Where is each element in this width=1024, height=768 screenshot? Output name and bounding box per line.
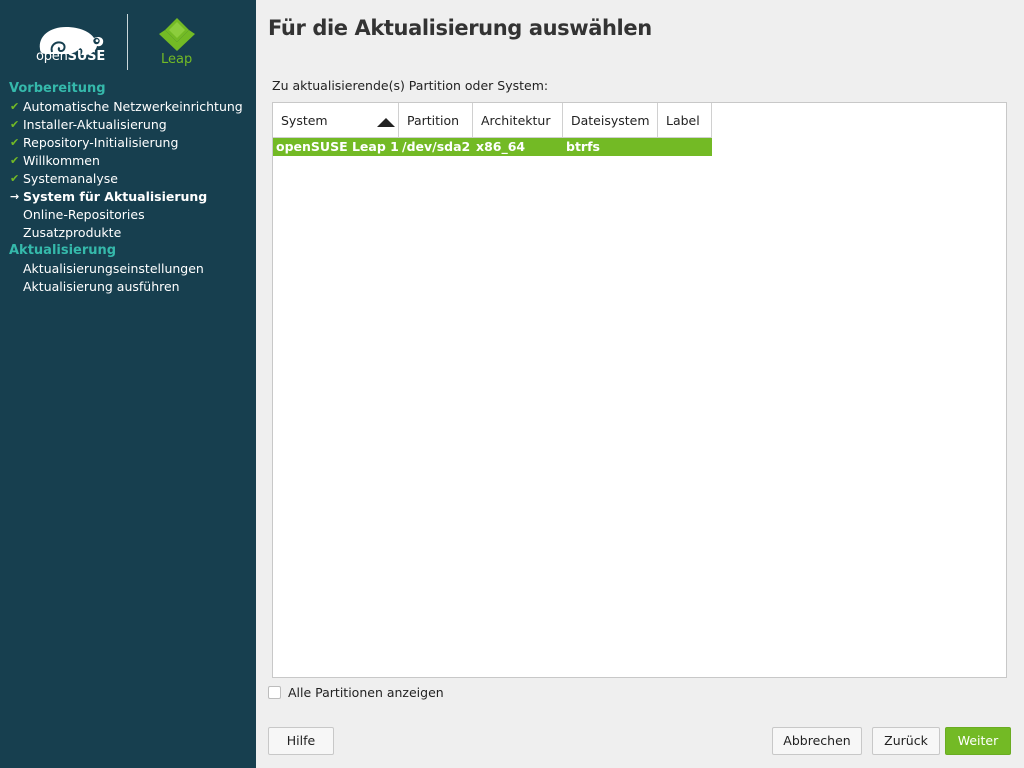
leap-logo-icon	[159, 18, 195, 51]
main-content: Für die Aktualisierung auswählen Zu aktu…	[256, 0, 1024, 768]
column-header-label: System	[281, 113, 328, 128]
leap-wordmark: Leap	[161, 52, 193, 67]
abort-button[interactable]: Abbrechen	[772, 727, 862, 755]
column-header-label: Dateisystem	[571, 113, 650, 128]
os-name: SUSE	[67, 49, 106, 64]
step-item-current: → System für Aktualisierung	[0, 188, 256, 206]
step-label: Repository-Initialisierung	[23, 135, 179, 150]
table-header: System Partition Architektur Dateisystem…	[273, 103, 712, 138]
opensuse-wordmark: openSUSE	[36, 49, 105, 64]
back-button[interactable]: Zurück	[872, 727, 940, 755]
show-all-partitions-checkbox[interactable]	[268, 685, 281, 699]
table-label: Zu aktualisierende(s) Partition oder Sys…	[272, 78, 549, 93]
logo-divider	[127, 14, 128, 70]
help-button[interactable]: Hilfe	[268, 727, 334, 755]
column-header-system[interactable]: System	[273, 103, 399, 138]
step-item: Aktualisierungseinstellungen	[0, 260, 256, 278]
cell-filesystem: btrfs	[566, 139, 600, 154]
column-header-label: Architektur	[481, 113, 551, 128]
step-label: System für Aktualisierung	[23, 189, 208, 204]
page-title: Für die Aktualisierung auswählen	[268, 16, 652, 40]
step-label: Installer-Aktualisierung	[23, 117, 167, 132]
step-item: ✔ Systemanalyse	[0, 170, 256, 188]
step-label: Automatische Netzwerkeinrichtung	[23, 99, 243, 114]
column-header-filesystem[interactable]: Dateisystem	[563, 103, 658, 138]
cell-label	[658, 138, 712, 156]
step-item: ✔ Repository-Initialisierung	[0, 134, 256, 152]
column-header-architecture[interactable]: Architektur	[473, 103, 563, 138]
column-header-label: Label	[666, 113, 700, 128]
check-icon: ✔	[10, 100, 20, 113]
step-item: Aktualisierung ausführen	[0, 278, 256, 296]
cell-partition: /dev/sda2	[402, 139, 471, 154]
step-label: Online-Repositories	[23, 207, 145, 222]
step-item: ✔ Installer-Aktualisierung	[0, 116, 256, 134]
step-item: ✔ Willkommen	[0, 152, 256, 170]
step-item: ✔ Automatische Netzwerkeinrichtung	[0, 98, 256, 116]
partition-table[interactable]: System Partition Architektur Dateisystem…	[272, 102, 1007, 678]
step-label: Aktualisierungseinstellungen	[23, 261, 204, 276]
next-button[interactable]: Weiter	[945, 727, 1011, 755]
check-icon: ✔	[10, 136, 20, 149]
cell-system: openSUSE Leap 15.1	[276, 139, 399, 154]
sort-ascending-icon	[377, 118, 395, 127]
check-icon: ✔	[10, 172, 20, 185]
sidebar: openSUSE Leap Vorbereitung ✔ Automatische…	[0, 0, 256, 768]
logo-area: openSUSE Leap	[0, 0, 256, 80]
section-title-aktualisierung: Aktualisierung	[9, 243, 117, 258]
step-item: Online-Repositories	[0, 206, 256, 224]
show-all-partitions-label[interactable]: Alle Partitionen anzeigen	[288, 685, 444, 700]
arrow-right-icon: →	[10, 190, 20, 203]
step-label: Aktualisierung ausführen	[23, 279, 180, 294]
table-row-selected[interactable]: openSUSE Leap 15.1 /dev/sda2 x86_64 btrf…	[273, 138, 712, 156]
step-label: Willkommen	[23, 153, 100, 168]
os-prefix: open	[36, 49, 68, 64]
section-title-vorbereitung: Vorbereitung	[9, 81, 106, 96]
step-label: Zusatzprodukte	[23, 225, 122, 240]
step-label: Systemanalyse	[23, 171, 118, 186]
column-header-label: Partition	[407, 113, 460, 128]
check-icon: ✔	[10, 154, 20, 167]
step-item: Zusatzprodukte	[0, 224, 256, 242]
show-all-partitions-option[interactable]: Alle Partitionen anzeigen	[268, 684, 444, 700]
installation-steps: Vorbereitung ✔ Automatische Netzwerkeinri…	[0, 80, 256, 296]
column-header-partition[interactable]: Partition	[399, 103, 473, 138]
cell-architecture: x86_64	[476, 139, 526, 154]
column-header-label[interactable]: Label	[658, 103, 712, 138]
check-icon: ✔	[10, 118, 20, 131]
